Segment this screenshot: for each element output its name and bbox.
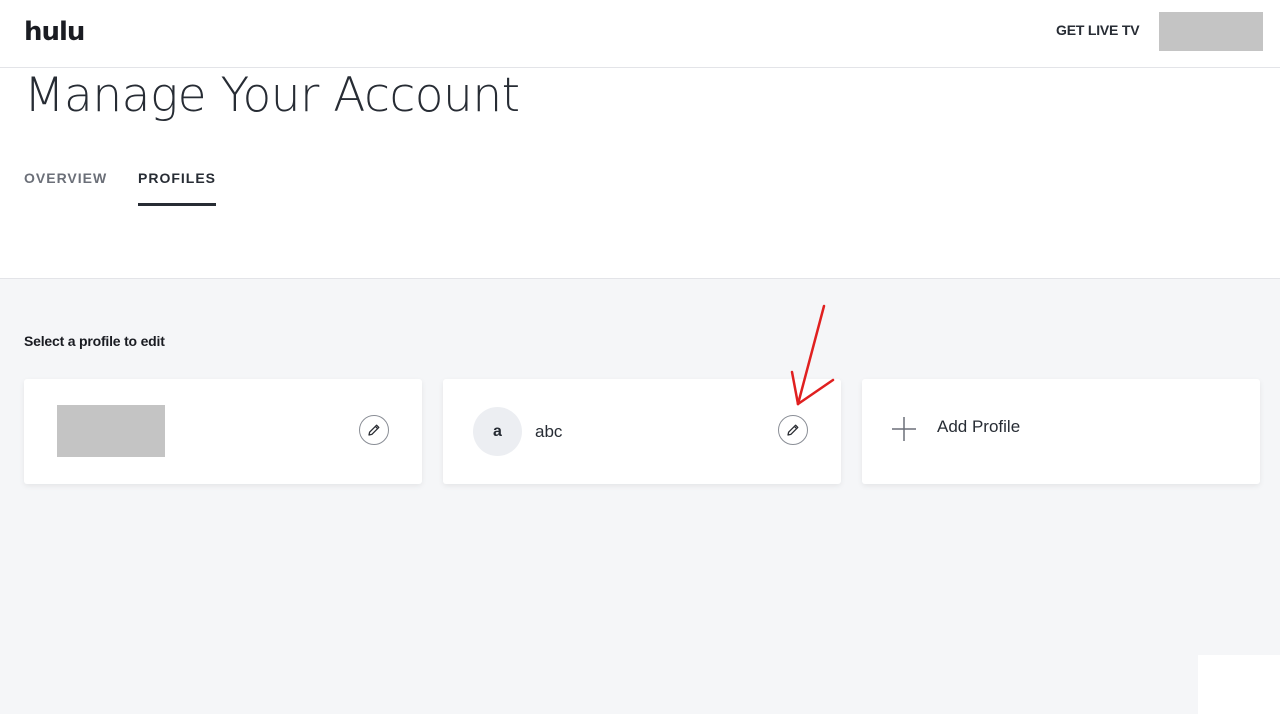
pencil-icon [787, 424, 799, 436]
edit-profile-abc-button[interactable] [778, 415, 808, 445]
page-title: Manage Your Account [24, 68, 520, 123]
add-profile-label: Add Profile [937, 417, 1021, 436]
hulu-logo[interactable]: hulu [24, 17, 85, 47]
pencil-icon [368, 424, 380, 436]
account-menu-redacted[interactable] [1159, 12, 1263, 51]
get-live-tv-link[interactable]: GET LIVE TV [1056, 22, 1140, 38]
edit-profile-button[interactable] [359, 415, 389, 445]
tab-profiles[interactable]: PROFILES [138, 170, 217, 206]
corner-panel [1198, 655, 1280, 714]
profile-avatar: a [473, 407, 522, 456]
profile-card-abc[interactable]: a abc [443, 379, 841, 484]
redacted-profile-name [57, 405, 165, 457]
profile-card-redacted[interactable] [24, 379, 422, 484]
plus-icon [892, 417, 916, 441]
top-navigation-bar: hulu GET LIVE TV [0, 0, 1280, 68]
tab-overview[interactable]: OVERVIEW [24, 170, 107, 208]
profile-name: abc [535, 422, 563, 441]
add-profile-card[interactable]: Add Profile [862, 379, 1260, 484]
select-profile-label: Select a profile to edit [24, 333, 165, 349]
